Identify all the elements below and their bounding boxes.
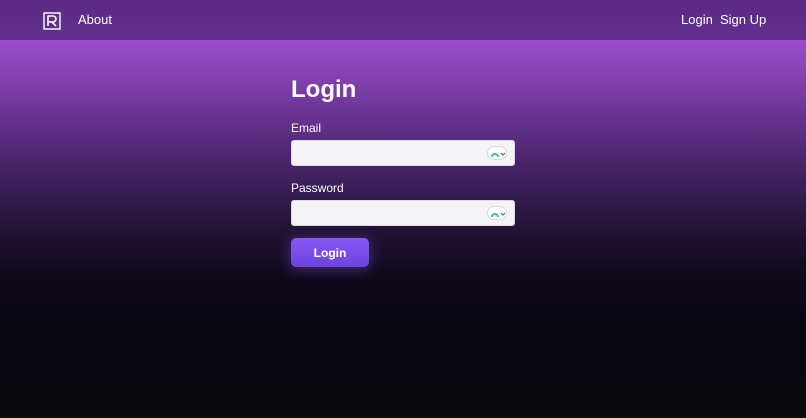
password-input[interactable] [292,201,482,225]
password-label: Password [291,181,344,195]
nav-signup-link[interactable]: Sign Up [720,12,766,28]
page-title: Login [291,76,357,103]
nav-login-link[interactable]: Login [681,12,713,28]
email-field[interactable] [291,140,515,166]
r-logo-icon[interactable] [43,12,61,30]
email-input[interactable] [292,141,482,165]
hero-background [0,40,806,418]
nav-about-link[interactable]: About [78,12,112,28]
email-label: Email [291,121,322,135]
top-navbar: About Login Sign Up [0,0,806,40]
password-manager-icon[interactable] [487,206,507,220]
password-manager-icon[interactable] [487,146,507,160]
login-button[interactable]: Login [291,238,369,267]
password-field[interactable] [291,200,515,226]
